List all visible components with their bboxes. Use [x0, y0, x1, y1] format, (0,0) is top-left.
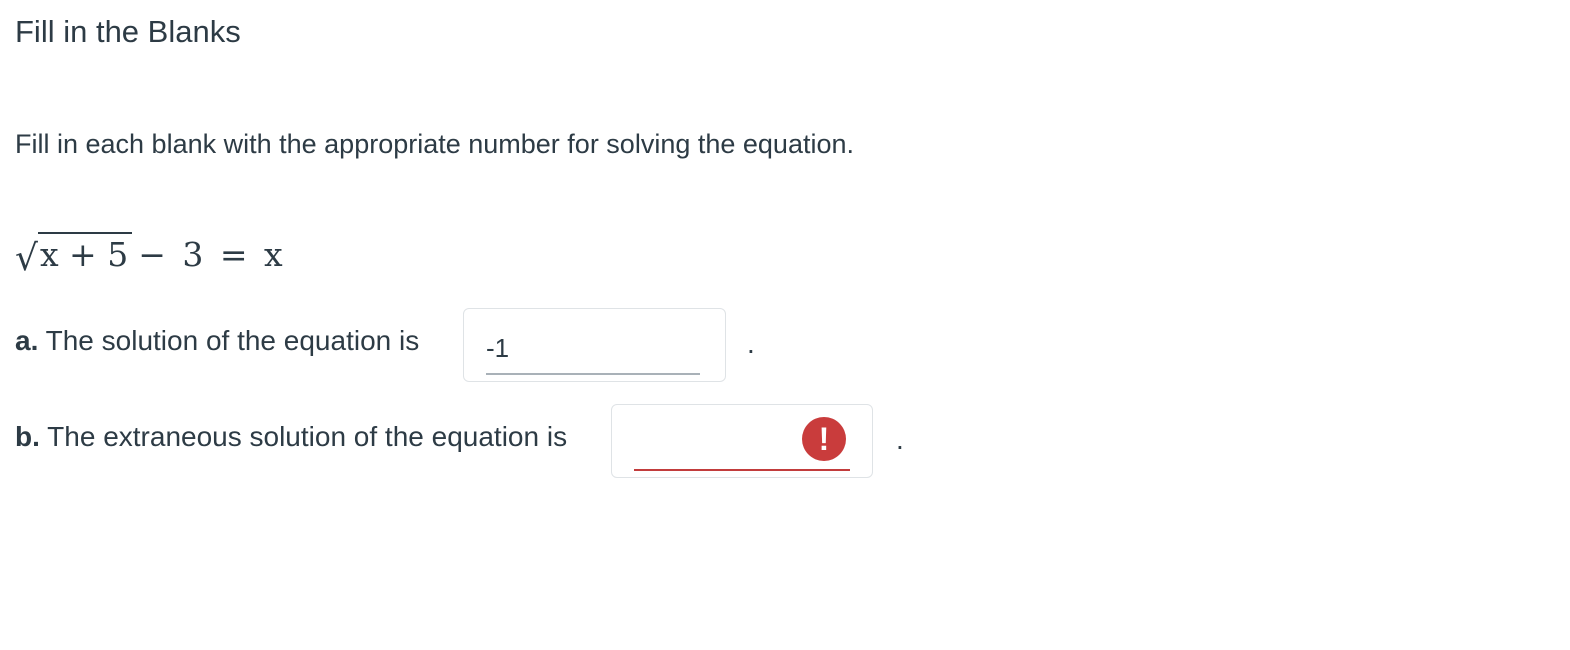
square-root-symbol: √ — [15, 238, 38, 279]
page-title: Fill in the Blanks — [15, 14, 241, 49]
question-a: a. The solution of the equation is — [15, 325, 419, 357]
equation-radicand: x + 5 — [37, 232, 133, 274]
problem-instructions: Fill in each blank with the appropriate … — [15, 129, 854, 159]
question-b-letter: b. — [15, 421, 40, 452]
question-b-period: . — [896, 424, 904, 455]
exclamation-error-icon: ! — [802, 417, 846, 461]
answer-input-a[interactable] — [486, 323, 700, 375]
equation: √ x + 5 − 3 = x — [15, 222, 283, 279]
equation-rest: − 3 = x — [138, 235, 283, 275]
answer-box-b: ! — [611, 404, 873, 478]
question-b-text: The extraneous solution of the equation … — [39, 421, 568, 452]
answer-box-a — [463, 308, 726, 382]
question-b: b. The extraneous solution of the equati… — [15, 421, 567, 453]
question-a-text: The solution of the equation is — [38, 325, 420, 356]
question-a-letter: a. — [15, 325, 39, 356]
question-a-period: . — [747, 328, 755, 359]
